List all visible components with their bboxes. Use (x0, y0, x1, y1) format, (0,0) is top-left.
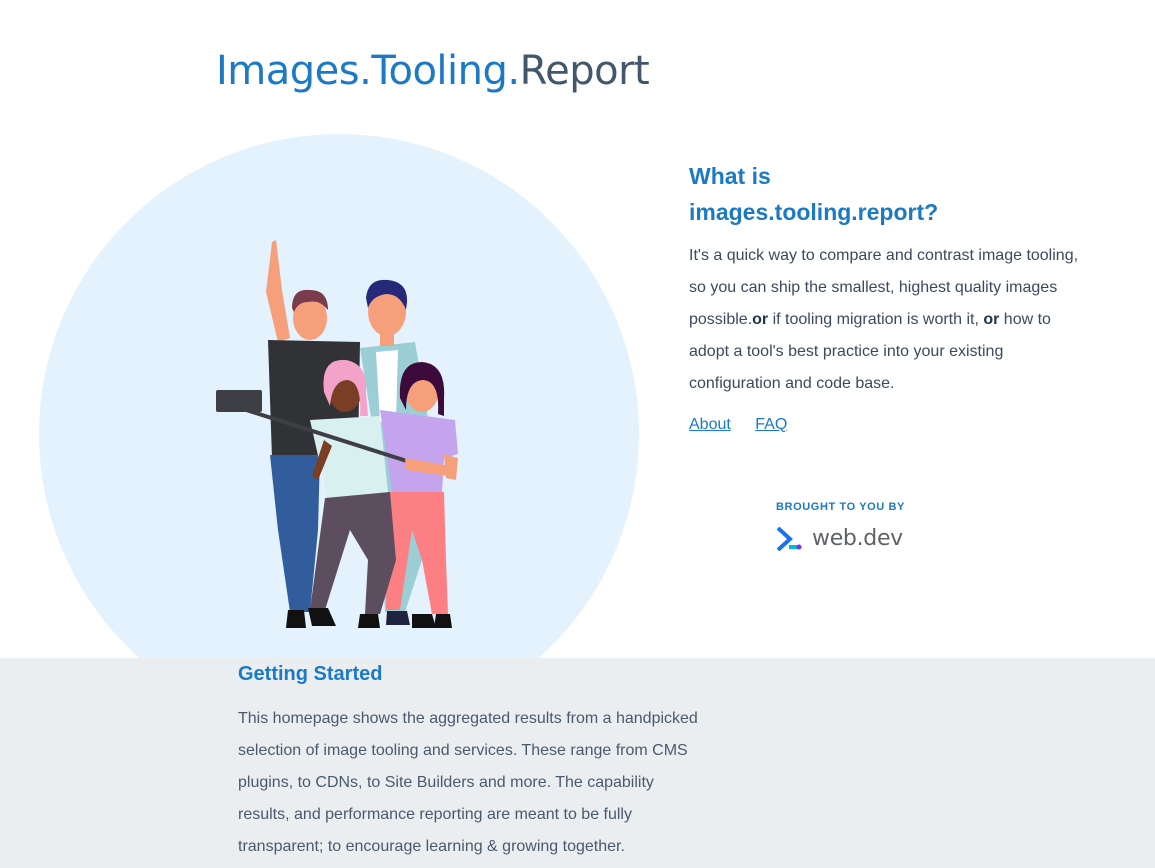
web-dev-logo-icon (776, 526, 802, 551)
intro-or-2: or (983, 311, 1000, 328)
intro-desc-part2: if tooling migration is worth it, (768, 311, 984, 328)
group-selfie-illustration (216, 240, 458, 628)
getting-started-heading: Getting Started (238, 663, 383, 685)
intro-links: About FAQ (689, 414, 807, 436)
getting-started-text: This homepage shows the aggregated resul… (238, 710, 698, 855)
title-part-images: Images. (216, 48, 372, 94)
intro-heading-line1: What is (689, 163, 771, 189)
about-link[interactable]: About (689, 416, 731, 433)
intro-heading: What is images.tooling.report? (689, 158, 1079, 230)
brought-to-you-by-label: BROUGHT TO YOU BY (776, 501, 905, 513)
getting-started-section: Getting Started This homepage shows the … (0, 658, 1155, 868)
intro-heading-line2: images.tooling.report? (689, 199, 939, 225)
intro-description: It's a quick way to compare and contrast… (689, 240, 1079, 400)
faq-link[interactable]: FAQ (755, 416, 787, 433)
web-dev-logo[interactable]: web.dev (776, 526, 903, 551)
title-part-tooling: Tooling. (371, 48, 520, 94)
intro-section: What is images.tooling.report? It's a qu… (689, 158, 1079, 400)
title-part-report: Report (519, 48, 650, 94)
web-dev-wordmark: web.dev (812, 526, 903, 551)
site-title: Images.Tooling.Report (216, 44, 650, 98)
intro-or-1: or (752, 311, 769, 328)
